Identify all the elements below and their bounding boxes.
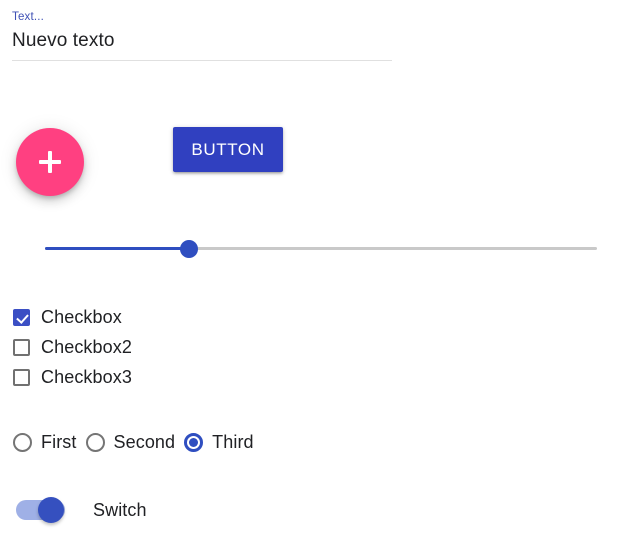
radio-circle-0[interactable] <box>13 432 32 452</box>
radio-circle-2[interactable] <box>184 432 204 452</box>
switch-toggle[interactable] <box>16 497 65 523</box>
radio-label-1: Second <box>113 432 176 452</box>
radio-label-2: Third <box>212 432 254 452</box>
floating-action-button[interactable] <box>16 128 84 196</box>
primary-button[interactable]: BUTTON <box>173 127 283 172</box>
checkbox-label-2: Checkbox3 <box>41 367 132 387</box>
form-demo-page: Text... BUTTON Checkbox Checkbox2 <box>0 0 625 552</box>
checkbox-box-2[interactable] <box>13 368 30 386</box>
text-field: Text... <box>12 10 392 61</box>
radio-group: First Second Third <box>13 432 263 452</box>
check-icon <box>16 310 29 324</box>
slider-thumb[interactable] <box>179 240 198 258</box>
radio-row-2[interactable]: Third <box>184 432 254 452</box>
checkbox-row-1[interactable]: Checkbox2 <box>13 332 132 362</box>
checkbox-row-2[interactable]: Checkbox3 <box>13 362 132 392</box>
text-input[interactable] <box>12 24 392 60</box>
switch-thumb <box>38 497 64 523</box>
switch-label: Switch <box>93 500 147 520</box>
checkbox-row-0[interactable]: Checkbox <box>13 302 132 332</box>
checkbox-group: Checkbox Checkbox2 Checkbox3 <box>13 302 132 392</box>
slider[interactable] <box>45 240 597 258</box>
checkbox-box-1[interactable] <box>13 338 30 356</box>
radio-circle-1[interactable] <box>85 432 105 452</box>
radio-row-1[interactable]: Second <box>85 432 176 452</box>
checkbox-label-1: Checkbox2 <box>41 337 132 357</box>
radio-row-0[interactable]: First <box>13 432 77 452</box>
plus-icon <box>39 151 61 173</box>
checkbox-label-0: Checkbox <box>41 307 122 327</box>
radio-label-0: First <box>41 432 77 452</box>
slider-fill <box>45 247 189 250</box>
checkbox-box-0[interactable] <box>13 308 30 326</box>
radio-dot-icon <box>189 437 199 447</box>
text-field-underline <box>12 60 392 61</box>
text-field-label: Text... <box>12 11 45 23</box>
switch-row[interactable]: Switch <box>16 497 147 523</box>
